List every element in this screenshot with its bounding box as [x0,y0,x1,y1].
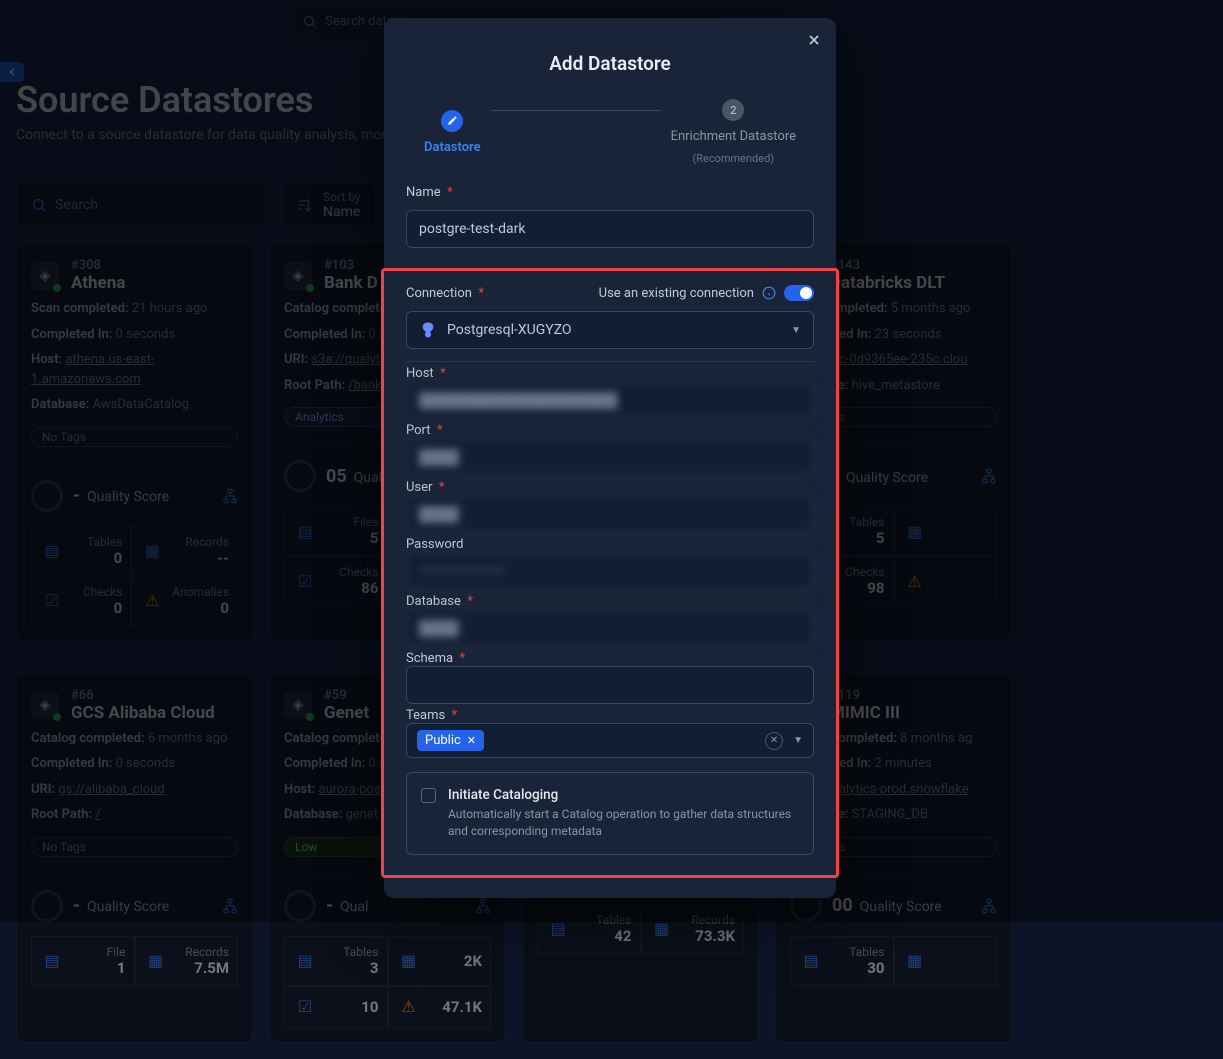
connection-select[interactable]: Postgresql-XUGYZO ▼ [406,311,814,349]
stepper: Datastore 2 Enrichment Datastore (Recomm… [384,99,836,165]
step-enrichment[interactable]: 2 Enrichment Datastore (Recommended) [671,99,796,165]
table-icon: ▤ [799,949,823,973]
stat-cell: ▤ File1 [31,936,135,986]
chevron-down-icon: ▼ [791,325,801,336]
host-input[interactable] [406,381,814,419]
name-label: Name * [406,185,814,200]
catalog-checkbox[interactable] [421,788,436,803]
connection-label: Connection * [406,286,484,301]
host-label: Host * [406,366,446,381]
teams-input[interactable]: Public ✕ ✕ ▼ [406,723,814,758]
connection-value: Postgresql-XUGYZO [447,322,572,338]
postgres-icon [419,321,437,339]
database-label: Database * [406,594,473,609]
close-icon [806,32,822,48]
existing-conn-label: Use an existing connection [599,286,754,301]
port-input[interactable] [406,438,814,476]
info-icon[interactable] [762,286,776,300]
chip-remove-icon[interactable]: ✕ [467,734,476,747]
connection-highlight-box: Connection * Use an existing connection … [381,268,839,878]
divider [406,361,814,362]
records-icon: ▦ [903,949,927,973]
existing-conn-toggle[interactable] [784,285,814,301]
teams-label: Teams * [406,708,457,723]
database-input[interactable] [406,609,814,647]
port-label: Port * [406,423,443,438]
team-chip-public[interactable]: Public ✕ [417,730,484,751]
step-label: Datastore [424,140,481,155]
records-icon: ▦ [144,949,168,973]
pencil-icon [441,110,463,132]
name-input[interactable] [406,210,814,248]
step-sublabel: (Recommended) [692,152,774,165]
step-datastore[interactable]: Datastore [424,110,481,155]
step-label: Enrichment Datastore [671,129,796,144]
table-icon: ▤ [40,949,64,973]
stat-cell: ⚠ 47.1K [388,986,492,1028]
stat-cell: ▤ Tables3 [284,936,388,986]
stat-cell: ☑ 10 [284,986,388,1028]
password-input[interactable] [406,552,814,590]
user-input[interactable] [406,495,814,533]
schema-label: Schema * [406,651,465,666]
step-number: 2 [722,99,744,121]
chevron-down-icon: ▼ [793,735,803,746]
catalog-subtitle: Automatically start a Catalog operation … [448,806,799,840]
stat-cell: ▤ Tables30 [790,936,894,986]
clear-icon[interactable]: ✕ [765,732,783,750]
initiate-cataloging-block[interactable]: Initiate Cataloging Automatically start … [406,772,814,855]
records-icon: ▦ [397,949,421,973]
schema-input[interactable] [406,666,814,704]
step-divider [491,110,661,111]
stat-cell: ▦ 2K [388,936,492,986]
stat-cell: ▦ Records7.5M [135,936,239,986]
checks-icon: ☑ [293,995,317,1019]
close-button[interactable] [806,32,822,48]
add-datastore-modal: Add Datastore Datastore 2 Enrichment Dat… [384,18,836,898]
stat-cell: ▦ [894,936,998,986]
user-label: User * [406,480,445,495]
modal-title: Add Datastore [384,18,836,75]
password-label: Password [406,537,463,552]
catalog-title: Initiate Cataloging [448,787,799,803]
table-icon: ▤ [293,949,317,973]
anomaly-icon: ⚠ [397,995,421,1019]
